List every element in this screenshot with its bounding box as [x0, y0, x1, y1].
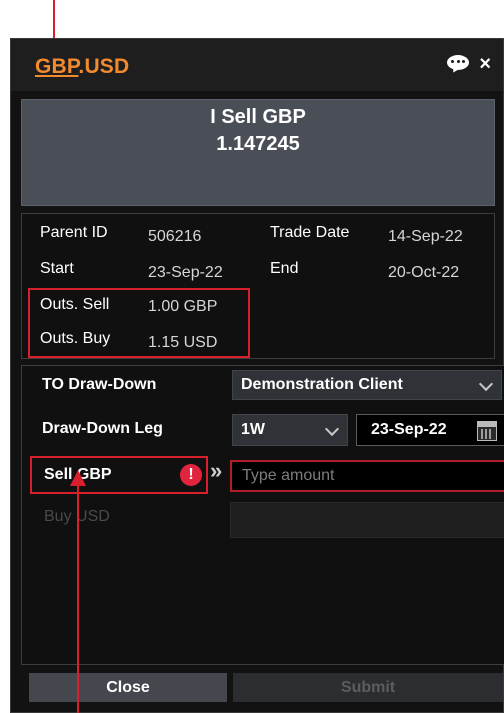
to-drawdown-select[interactable]: Demonstration Client: [232, 370, 502, 400]
calendar-icon[interactable]: [477, 421, 497, 441]
submit-button[interactable]: Submit: [233, 673, 503, 702]
rate-value: 1.147245: [216, 133, 300, 155]
trade-date-label: Trade Date: [270, 224, 350, 241]
title-quote-currency: .USD: [78, 55, 130, 78]
chevron-down-icon: [324, 421, 340, 437]
sell-amount-input[interactable]: [230, 460, 504, 492]
annotation-arrow-bottom-line: [77, 484, 79, 713]
double-chevron-right-icon[interactable]: »: [210, 458, 222, 484]
drawdown-leg-label: Draw-Down Leg: [42, 420, 163, 437]
drawdown-leg-select[interactable]: 1W: [232, 414, 348, 446]
start-value: 23-Sep-22: [148, 264, 223, 281]
chat-icon[interactable]: [447, 55, 470, 75]
chevron-down-icon: [478, 376, 494, 392]
trade-info: Parent ID 506216 Trade Date 14-Sep-22 St…: [21, 213, 495, 359]
buy-amount-input: [230, 502, 504, 538]
sell-highlight-box: [30, 456, 208, 494]
to-drawdown-label: TO Draw-Down: [42, 376, 157, 393]
title-icons: ×: [447, 54, 491, 75]
panel-title[interactable]: GBP.USD: [35, 55, 129, 79]
drawdown-date-field[interactable]: 23-Sep-22: [356, 414, 504, 446]
parent-id-label: Parent ID: [40, 224, 108, 241]
close-button[interactable]: Close: [29, 673, 227, 702]
drawdown-date-value: 23-Sep-22: [371, 421, 447, 438]
parent-id-value: 506216: [148, 228, 202, 245]
trade-panel: GBP.USD × I Sell GBP 1.147245 Parent ID …: [10, 38, 504, 713]
drawdown-form: TO Draw-Down Demonstration Client Draw-D…: [21, 365, 504, 665]
title-bar: GBP.USD ×: [11, 39, 503, 91]
rate-display[interactable]: I Sell GBP 1.147245: [21, 99, 495, 206]
annotation-arrow-bottom-head: [70, 470, 86, 486]
end-label: End: [270, 260, 299, 277]
end-value: 20-Oct-22: [388, 264, 460, 281]
outstanding-highlight-box: [28, 288, 250, 358]
close-icon[interactable]: ×: [479, 54, 491, 74]
drawdown-leg-value: 1W: [241, 421, 265, 438]
rate-direction: I Sell GBP: [210, 106, 306, 128]
trade-date-value: 14-Sep-22: [388, 228, 463, 245]
to-drawdown-value: Demonstration Client: [241, 376, 403, 393]
start-label: Start: [40, 260, 74, 277]
title-base-currency[interactable]: GBP: [35, 55, 78, 78]
